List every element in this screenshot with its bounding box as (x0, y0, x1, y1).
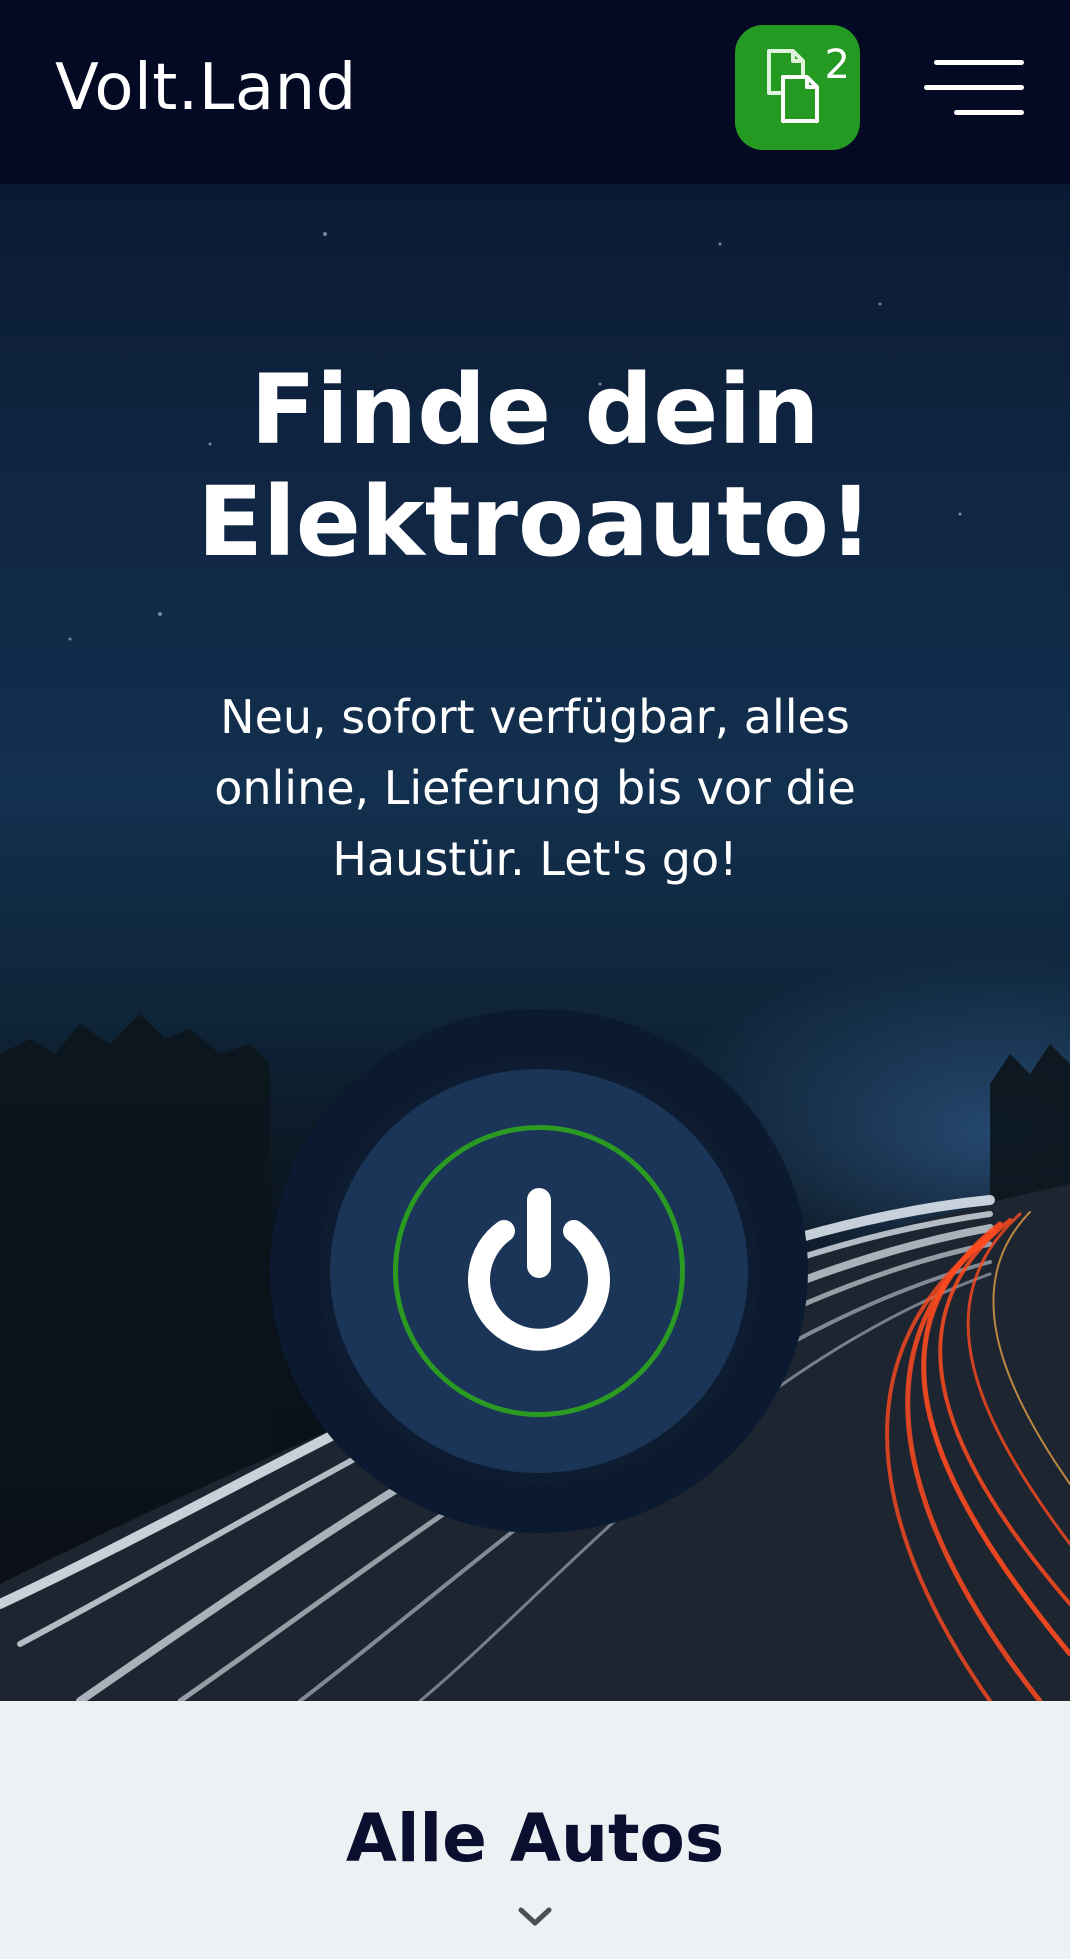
logo[interactable]: Volt.Land (55, 50, 357, 126)
hero-subtitle: Neu, sofort verfügbar, alles online, Lie… (160, 682, 910, 895)
menu-button[interactable] (924, 55, 1028, 120)
compare-button[interactable]: 2 (735, 25, 860, 150)
hero-subtitle-line: Neu, sofort verfügbar, alles (220, 690, 850, 744)
all-cars-section: Alle Autos (0, 1701, 1070, 1959)
section-title: Alle Autos (345, 1800, 725, 1877)
hero-subtitle-line: online, Lieferung bis vor die (214, 761, 856, 815)
hero-subtitle-line: Haustür. Let's go! (332, 832, 738, 886)
hero-title: Finde dein Elektroauto! (0, 354, 1070, 578)
hero-title-line: Finde dein (250, 354, 820, 466)
chevron-down-icon[interactable] (518, 1906, 552, 1928)
power-icon (468, 1188, 610, 1351)
power-start-button[interactable] (270, 1009, 808, 1533)
power-button-face (320, 1059, 758, 1483)
menu-line (924, 85, 1024, 90)
compare-count-badge: 2 (824, 42, 850, 88)
hero-banner: Finde dein Elektroauto! Neu, sofort verf… (0, 184, 1070, 1701)
compare-documents-icon (767, 49, 819, 123)
menu-line (954, 110, 1024, 115)
hero-title-line: Elektroauto! (197, 466, 873, 578)
menu-line (934, 60, 1024, 65)
header: Volt.Land 2 (0, 0, 1070, 184)
